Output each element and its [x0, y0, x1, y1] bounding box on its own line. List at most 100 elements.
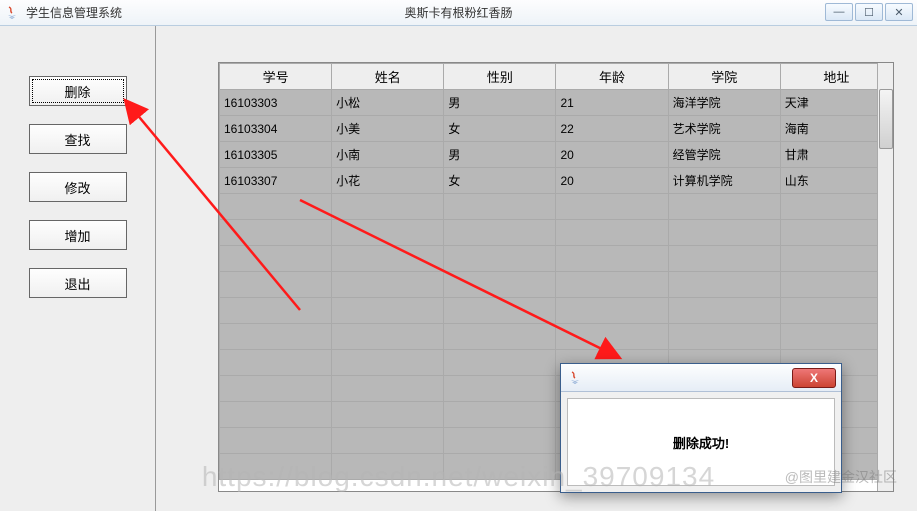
table-cell-empty — [332, 350, 444, 376]
table-cell-empty — [332, 428, 444, 454]
table-cell-empty — [332, 324, 444, 350]
table-cell[interactable]: 山东 — [780, 168, 892, 194]
table-cell[interactable]: 计算机学院 — [668, 168, 780, 194]
table-cell-empty — [332, 402, 444, 428]
table-cell-empty — [556, 272, 668, 298]
table-cell[interactable]: 20 — [556, 168, 668, 194]
dialog-titlebar: X — [561, 364, 841, 392]
table-cell-empty — [332, 220, 444, 246]
table-cell[interactable]: 海洋学院 — [668, 90, 780, 116]
close-button[interactable]: ✕ — [885, 3, 913, 21]
table-cell[interactable]: 男 — [444, 142, 556, 168]
table-row-empty — [220, 272, 893, 298]
column-header[interactable]: 年龄 — [556, 64, 668, 90]
table-cell-empty — [332, 246, 444, 272]
table-cell-empty — [556, 194, 668, 220]
table-cell[interactable]: 男 — [444, 90, 556, 116]
table-cell-empty — [332, 454, 444, 480]
table-cell-empty — [220, 454, 332, 480]
table-cell-empty — [332, 272, 444, 298]
table-cell[interactable]: 22 — [556, 116, 668, 142]
table-row[interactable]: 16103305小南男20经管学院甘肃 — [220, 142, 893, 168]
table-cell-empty — [668, 324, 780, 350]
table-cell[interactable]: 21 — [556, 90, 668, 116]
table-row[interactable]: 16103307小花女20计算机学院山东 — [220, 168, 893, 194]
table-cell-empty — [444, 402, 556, 428]
table-cell[interactable]: 小松 — [332, 90, 444, 116]
table-cell-empty — [668, 246, 780, 272]
table-cell[interactable]: 甘肃 — [780, 142, 892, 168]
table-cell-empty — [444, 324, 556, 350]
table-cell[interactable]: 小美 — [332, 116, 444, 142]
table-row-empty — [220, 220, 893, 246]
table-cell[interactable]: 16103303 — [220, 90, 332, 116]
table-cell[interactable]: 艺术学院 — [668, 116, 780, 142]
column-header[interactable]: 学号 — [220, 64, 332, 90]
maximize-button[interactable]: ☐ — [855, 3, 883, 21]
table-cell-empty — [444, 246, 556, 272]
window-center-title: 奥斯卡有根粉红香肠 — [404, 4, 512, 21]
window-titlebar: 学生信息管理系统 奥斯卡有根粉红香肠 — ☐ ✕ — [0, 0, 917, 26]
table-cell-empty — [220, 350, 332, 376]
vertical-scrollbar[interactable] — [877, 63, 893, 491]
table-cell-empty — [556, 246, 668, 272]
table-cell[interactable]: 16103305 — [220, 142, 332, 168]
dialog-message: 删除成功! — [567, 398, 835, 486]
table-cell-empty — [220, 194, 332, 220]
table-cell[interactable]: 小花 — [332, 168, 444, 194]
table-row-empty — [220, 194, 893, 220]
table-cell-empty — [332, 376, 444, 402]
table-cell-empty — [444, 220, 556, 246]
table-cell[interactable]: 海南 — [780, 116, 892, 142]
delete-button[interactable]: 删除 — [29, 76, 127, 106]
table-cell[interactable]: 20 — [556, 142, 668, 168]
window-buttons: — ☐ ✕ — [825, 3, 913, 21]
table-cell-empty — [220, 324, 332, 350]
table-cell-empty — [780, 324, 892, 350]
table-row-empty — [220, 298, 893, 324]
table-cell[interactable]: 女 — [444, 116, 556, 142]
table-row-empty — [220, 246, 893, 272]
table-cell[interactable]: 经管学院 — [668, 142, 780, 168]
table-row[interactable]: 16103303小松男21海洋学院天津 — [220, 90, 893, 116]
table-cell-empty — [220, 246, 332, 272]
table-cell-empty — [780, 272, 892, 298]
java-icon — [4, 5, 20, 21]
search-button[interactable]: 查找 — [29, 124, 127, 154]
table-cell[interactable]: 天津 — [780, 90, 892, 116]
minimize-button[interactable]: — — [825, 3, 853, 21]
table-cell-empty — [444, 350, 556, 376]
sidebar: 删除查找修改增加退出 — [0, 26, 156, 511]
column-header[interactable]: 性别 — [444, 64, 556, 90]
table-cell-empty — [556, 220, 668, 246]
table-cell[interactable]: 16103304 — [220, 116, 332, 142]
table-cell-empty — [220, 402, 332, 428]
table-cell-empty — [444, 454, 556, 480]
column-header[interactable]: 地址 — [780, 64, 892, 90]
java-icon — [567, 370, 583, 386]
table-cell-empty — [220, 220, 332, 246]
table-cell-empty — [332, 194, 444, 220]
exit-button[interactable]: 退出 — [29, 268, 127, 298]
table-cell[interactable]: 小南 — [332, 142, 444, 168]
table-cell-empty — [220, 376, 332, 402]
table-cell-empty — [332, 298, 444, 324]
table-row[interactable]: 16103304小美女22艺术学院海南 — [220, 116, 893, 142]
table-cell[interactable]: 女 — [444, 168, 556, 194]
table-cell-empty — [220, 272, 332, 298]
table-cell-empty — [444, 272, 556, 298]
column-header[interactable]: 姓名 — [332, 64, 444, 90]
scrollbar-thumb[interactable] — [879, 89, 893, 149]
table-cell-empty — [668, 220, 780, 246]
dialog-close-button[interactable]: X — [792, 368, 836, 388]
column-header[interactable]: 学院 — [668, 64, 780, 90]
message-dialog: X 删除成功! — [560, 363, 842, 493]
table-cell-empty — [780, 298, 892, 324]
table-cell-empty — [444, 298, 556, 324]
table-cell-empty — [444, 428, 556, 454]
modify-button[interactable]: 修改 — [29, 172, 127, 202]
table-cell-empty — [220, 428, 332, 454]
table-cell-empty — [556, 324, 668, 350]
table-cell[interactable]: 16103307 — [220, 168, 332, 194]
add-button[interactable]: 增加 — [29, 220, 127, 250]
